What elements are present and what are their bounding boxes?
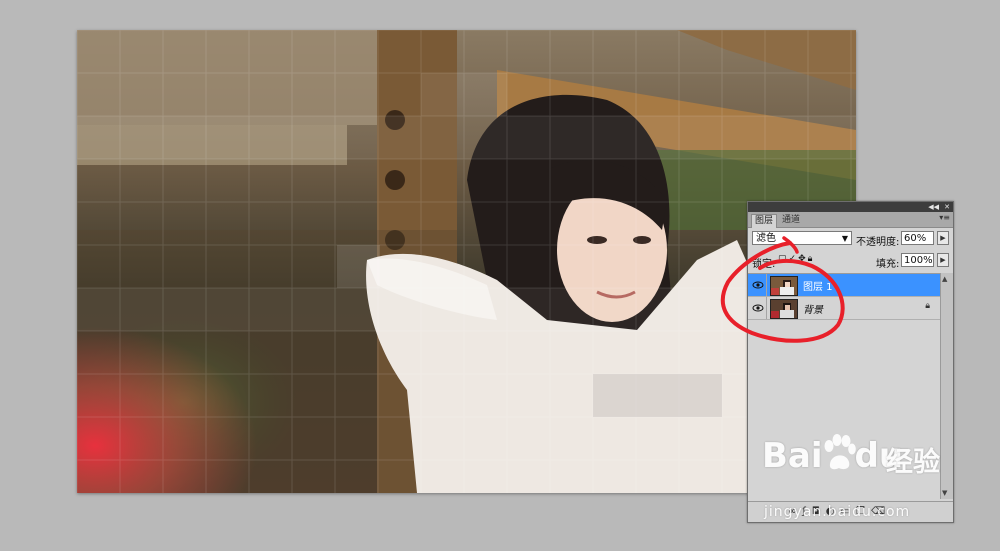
layer-name: 背景 bbox=[803, 305, 823, 316]
layer-row[interactable]: 背景 🔒︎ bbox=[748, 297, 940, 320]
panel-tabbar: 图层 通道 ▾≡ bbox=[748, 212, 953, 228]
lock-label: 锁定: bbox=[752, 259, 776, 270]
blend-mode-value: 滤色 bbox=[756, 233, 776, 244]
layer-separator bbox=[766, 297, 767, 319]
panel-menu-icon[interactable]: ▾≡ bbox=[939, 213, 950, 222]
panel-titlebar[interactable]: ◀◀ ✕ bbox=[748, 202, 953, 212]
layer-thumbnail bbox=[770, 276, 798, 296]
chevron-right-icon: ▶ bbox=[940, 234, 946, 242]
blend-mode-select[interactable]: 滤色 ▼ bbox=[752, 231, 852, 245]
eye-icon[interactable] bbox=[752, 302, 764, 314]
opacity-stepper[interactable]: ▶ bbox=[937, 231, 949, 245]
fill-input[interactable]: 100% bbox=[901, 253, 934, 267]
tab-layers[interactable]: 图层 bbox=[751, 214, 778, 228]
baidu-watermark: Bai du 经验 jingyan.baidu.com bbox=[762, 434, 992, 536]
layer-row[interactable]: 图层 1 bbox=[748, 274, 940, 297]
lock-position-icon[interactable]: ✥ bbox=[798, 254, 808, 264]
paw-icon bbox=[824, 434, 856, 470]
layer-name: 图层 1 bbox=[803, 282, 833, 293]
document-canvas[interactable] bbox=[77, 30, 856, 493]
blend-row: 滤色 ▼ 不透明度: 60% ▶ bbox=[748, 229, 953, 248]
watermark-url: jingyan.baidu.com bbox=[764, 504, 911, 520]
lock-all-icon[interactable]: 🔒︎ bbox=[808, 254, 815, 264]
fill-label: 填充: bbox=[876, 259, 900, 270]
layer-thumbnail bbox=[770, 299, 798, 319]
lock-row: 锁定: ▢✓✥🔒︎ 填充: 100% ▶ bbox=[748, 251, 953, 270]
lock-image-icon[interactable]: ✓ bbox=[789, 254, 799, 264]
chevron-down-icon: ▼ bbox=[841, 234, 848, 243]
lock-icon: 🔒︎ bbox=[925, 301, 930, 311]
lock-transparent-icon[interactable]: ▢ bbox=[778, 254, 789, 264]
photo bbox=[77, 30, 856, 493]
watermark-logo-text: Bai bbox=[762, 436, 823, 476]
tab-channels[interactable]: 通道 bbox=[779, 214, 803, 227]
eye-icon[interactable] bbox=[752, 279, 764, 291]
chevron-right-icon: ▶ bbox=[940, 256, 946, 264]
opacity-label: 不透明度: bbox=[856, 237, 900, 248]
close-icon[interactable]: ✕ bbox=[944, 202, 950, 212]
layer-separator bbox=[766, 274, 767, 296]
fill-stepper[interactable]: ▶ bbox=[937, 253, 949, 267]
watermark-cn: 经验 bbox=[886, 447, 940, 478]
scroll-up-icon[interactable]: ▲ bbox=[942, 275, 947, 283]
double-arrow-icon[interactable]: ◀◀ bbox=[928, 202, 939, 212]
opacity-input[interactable]: 60% bbox=[901, 231, 934, 245]
